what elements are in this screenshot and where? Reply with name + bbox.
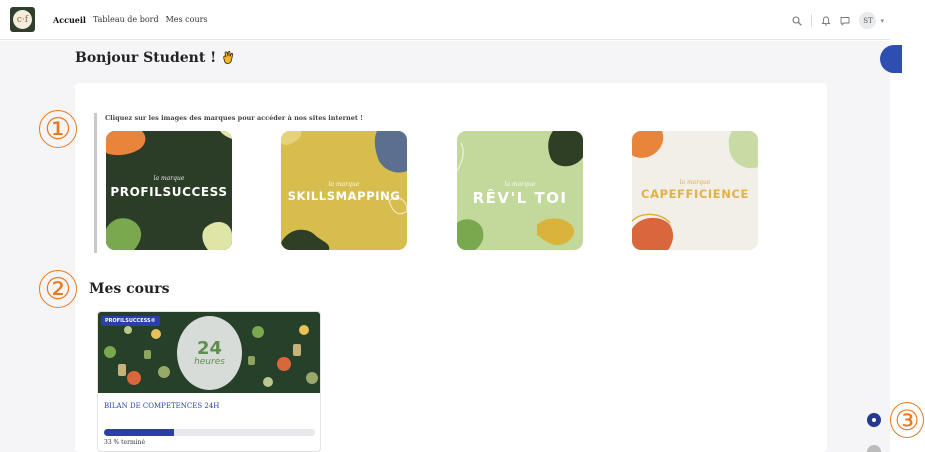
- waving-hand-icon: [223, 50, 234, 64]
- course-duration-unit: heures: [194, 357, 225, 367]
- courses-section-title: Mes cours: [89, 281, 170, 297]
- course-name-link[interactable]: BILAN DE COMPETENCES 24H: [104, 402, 219, 410]
- tile-brand-name: RÊV'L TOI: [472, 189, 568, 207]
- brand-tile-revl-toi[interactable]: la marque RÊV'L TOI: [457, 131, 583, 250]
- course-duration-number: 24: [196, 338, 223, 359]
- tile-subtitle: la marque: [679, 179, 711, 186]
- nav-link-mes-cours[interactable]: Mes cours: [166, 15, 208, 25]
- nav-actions: ST ▾: [792, 12, 884, 29]
- course-brand-badge: PROFILSUCCESS®: [101, 316, 160, 326]
- annotation-marker-1: ①: [39, 110, 77, 148]
- bell-icon[interactable]: [821, 16, 832, 26]
- nav-link-accueil[interactable]: Accueil: [53, 15, 86, 25]
- logo-mark: c·f: [13, 10, 32, 29]
- secondary-floating-button[interactable]: [867, 445, 881, 452]
- brand-tile-capefficience[interactable]: la marque CAPEFFICIENCE: [632, 131, 758, 250]
- primary-navigation: Accueil Tableau de bord Mes cours: [53, 15, 208, 25]
- tile-brand-name: SKILLSMAPPING: [287, 189, 401, 203]
- course-progress-text: 33 % terminé: [104, 439, 146, 446]
- course-image[interactable]: PROFILSUCCESS® 24 heures: [98, 312, 320, 393]
- chevron-down-icon[interactable]: ▾: [880, 17, 884, 25]
- course-progress-fill: [104, 429, 174, 436]
- course-card[interactable]: PROFILSUCCESS® 24 heures BILAN DE COMPET…: [97, 311, 321, 452]
- page-greeting: Bonjour Student !: [75, 50, 236, 66]
- site-logo[interactable]: c·f: [10, 7, 35, 32]
- brands-intro-text: Cliquez sur les images des marques pour …: [105, 114, 363, 122]
- tile-subtitle: la marque: [153, 175, 185, 182]
- brand-tile-profilsuccess[interactable]: la marque PROFILSUCCESS: [106, 131, 232, 250]
- search-icon[interactable]: [792, 15, 803, 26]
- tile-brand-name: CAPEFFICIENCE: [641, 187, 749, 201]
- tile-brand-name: PROFILSUCCESS: [110, 185, 228, 199]
- nav-divider: [811, 14, 813, 27]
- brand-tile-skillsmapping[interactable]: la marque SKILLSMAPPING: [281, 131, 407, 250]
- greeting-text: Bonjour Student !: [75, 50, 217, 66]
- tile-subtitle: la marque: [328, 181, 360, 188]
- course-duration-circle: 24 heures: [177, 316, 242, 390]
- page: c·f Accueil Tableau de bord Mes cours ST…: [0, 0, 925, 452]
- annotation-marker-3: ③: [890, 402, 924, 438]
- help-button[interactable]: [867, 413, 881, 427]
- drawer-toggle-button[interactable]: [880, 45, 902, 73]
- tile-subtitle: la marque: [504, 181, 536, 188]
- course-progress-bar: [104, 429, 315, 436]
- user-avatar[interactable]: ST: [859, 12, 877, 29]
- annotation-marker-2: ②: [39, 270, 77, 308]
- nav-link-tableau-de-bord[interactable]: Tableau de bord: [93, 15, 159, 25]
- chat-icon[interactable]: [840, 16, 850, 26]
- top-navbar: c·f Accueil Tableau de bord Mes cours ST…: [0, 0, 890, 40]
